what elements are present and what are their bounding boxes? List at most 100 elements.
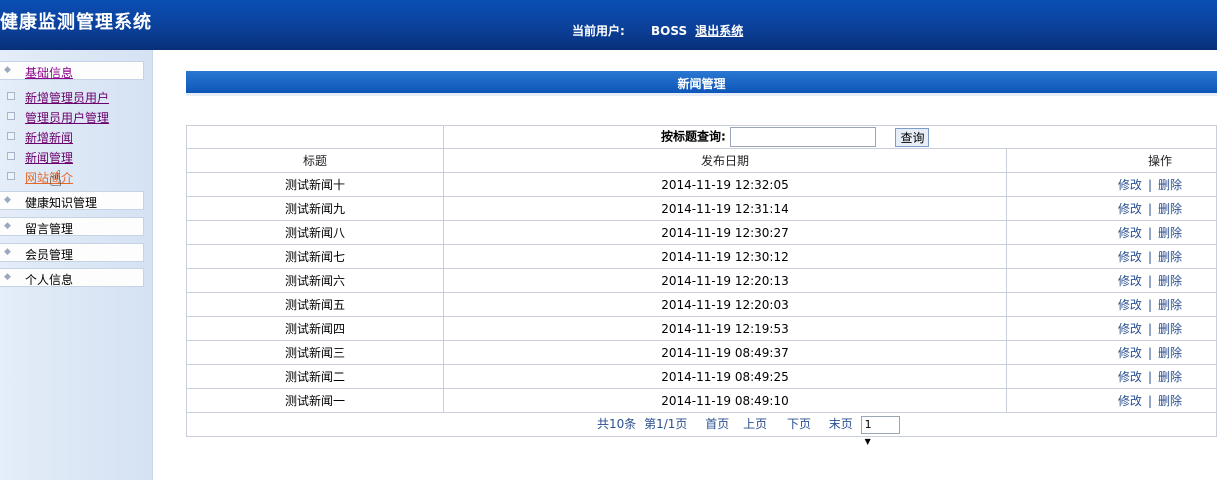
pager-total: 共10条 [597, 417, 637, 432]
delete-link[interactable]: 删除 [1158, 202, 1182, 216]
delete-link[interactable]: 删除 [1158, 250, 1182, 264]
action-separator: | [1147, 346, 1152, 360]
news-date-cell: 2014-11-19 12:20:03 [443, 292, 1007, 317]
edit-link[interactable]: 修改 [1118, 250, 1142, 264]
sidebar-item-label: 新闻管理 [25, 151, 74, 165]
delete-link[interactable]: 删除 [1158, 370, 1182, 384]
news-title-cell: 测试新闻七 [186, 244, 444, 269]
table-row: 测试新闻四 2014-11-19 12:19:53 修改 | 删除 [186, 316, 1217, 341]
sidebar-menu-health-knowledge[interactable]: ◆ 健康知识管理 [0, 191, 144, 210]
table-row: 测试新闻六 2014-11-19 12:20:13 修改 | 删除 [186, 268, 1217, 293]
sidebar-menu-members[interactable]: ◆ 会员管理 [0, 243, 144, 262]
sidebar-menu-profile[interactable]: ◆ 个人信息 [0, 268, 144, 287]
news-title-cell: 测试新闻九 [186, 196, 444, 221]
action-separator: | [1147, 370, 1152, 384]
sidebar-item-news-manage[interactable]: 新闻管理 [0, 148, 150, 165]
search-button[interactable]: 查询 [895, 127, 930, 147]
sidebar-item-site-intro[interactable]: 网站简介 [0, 168, 150, 185]
pager-last-link[interactable]: 末页 [829, 417, 853, 431]
column-header-date: 发布日期 [443, 148, 1007, 173]
edit-link[interactable]: 修改 [1118, 394, 1142, 408]
delete-link[interactable]: 删除 [1158, 274, 1182, 288]
table-row: 测试新闻七 2014-11-19 12:30:12 修改 | 删除 [186, 244, 1217, 269]
action-separator: | [1147, 226, 1152, 240]
actions-cell: 修改 | 删除 [1006, 340, 1217, 365]
delete-link[interactable]: 删除 [1158, 226, 1182, 240]
edit-link[interactable]: 修改 [1118, 298, 1142, 312]
table-row: 测试新闻二 2014-11-19 08:49:25 修改 | 删除 [186, 364, 1217, 389]
actions-cell: 修改 | 删除 [1006, 388, 1217, 413]
action-separator: | [1147, 274, 1152, 288]
news-date-cell: 2014-11-19 12:31:14 [443, 196, 1007, 221]
column-header-title: 标题 [186, 148, 444, 173]
search-cell: 按标题查询: 查询 [443, 125, 1217, 149]
news-date-cell: 2014-11-19 12:30:27 [443, 220, 1007, 245]
news-title-cell: 测试新闻四 [186, 316, 444, 341]
pager-next-link[interactable]: 下页 [787, 417, 811, 431]
edit-link[interactable]: 修改 [1118, 346, 1142, 360]
bullet-icon: ◆ [4, 195, 11, 205]
news-date-cell: 2014-11-19 12:32:05 [443, 172, 1007, 197]
pager-prev-link[interactable]: 上页 [743, 417, 767, 431]
news-title-cell: 测试新闻三 [186, 340, 444, 365]
news-date-cell: 2014-11-19 12:20:13 [443, 268, 1007, 293]
sidebar-item-label: 新增新闻 [25, 131, 74, 145]
search-label: 按标题查询: [661, 129, 726, 144]
table-row: 测试新闻九 2014-11-19 12:31:14 修改 | 删除 [186, 196, 1217, 221]
pager: 共10条 第1/1页 首页 上页 下页 末页 1 ▼ [597, 415, 910, 446]
news-title-cell: 测试新闻五 [186, 292, 444, 317]
news-title-cell: 测试新闻八 [186, 220, 444, 245]
table-header-row: 标题 发布日期 操作 [186, 148, 1217, 173]
actions-cell: 修改 | 删除 [1006, 220, 1217, 245]
news-title-cell: 测试新闻十 [186, 172, 444, 197]
edit-link[interactable]: 修改 [1118, 178, 1142, 192]
news-date-cell: 2014-11-19 12:30:12 [443, 244, 1007, 269]
bullet-icon: ◆ [4, 272, 11, 282]
delete-link[interactable]: 删除 [1158, 178, 1182, 192]
news-date-cell: 2014-11-19 08:49:25 [443, 364, 1007, 389]
pager-cell: 共10条 第1/1页 首页 上页 下页 末页 1 ▼ [186, 412, 1217, 446]
action-separator: | [1147, 298, 1152, 312]
search-row-left-cell [186, 125, 444, 149]
logout-link[interactable]: 退出系统 [695, 24, 743, 38]
square-bullet-icon [7, 132, 15, 140]
table-row: 测试新闻三 2014-11-19 08:49:37 修改 | 删除 [186, 340, 1217, 365]
panel-title: 新闻管理 [677, 77, 726, 91]
news-title-cell: 测试新闻六 [186, 268, 444, 293]
page-select[interactable]: 1 ▼ [860, 415, 900, 446]
edit-link[interactable]: 修改 [1118, 202, 1142, 216]
sidebar-menu-label: 健康知识管理 [25, 196, 98, 210]
pager-page-info: 第1/1页 [644, 417, 688, 432]
actions-cell: 修改 | 删除 [1006, 364, 1217, 389]
delete-link[interactable]: 删除 [1158, 298, 1182, 312]
action-separator: | [1147, 394, 1152, 408]
sidebar-menu-basic-info[interactable]: ◆ 基础信息 [0, 61, 144, 80]
actions-cell: 修改 | 删除 [1006, 316, 1217, 341]
sidebar-menu-label: 会员管理 [25, 248, 74, 262]
news-date-cell: 2014-11-19 12:19:53 [443, 316, 1007, 341]
action-separator: | [1147, 202, 1152, 216]
edit-link[interactable]: 修改 [1118, 322, 1142, 336]
column-header-actions: 操作 [1006, 148, 1217, 173]
edit-link[interactable]: 修改 [1118, 274, 1142, 288]
sidebar-item-label: 管理员用户管理 [25, 111, 110, 125]
actions-cell: 修改 | 删除 [1006, 268, 1217, 293]
edit-link[interactable]: 修改 [1118, 370, 1142, 384]
delete-link[interactable]: 删除 [1158, 322, 1182, 336]
actions-cell: 修改 | 删除 [1006, 172, 1217, 197]
sidebar-item-admin-manage[interactable]: 管理员用户管理 [0, 108, 150, 125]
news-title-cell: 测试新闻一 [186, 388, 444, 413]
sidebar-item-add-admin[interactable]: 新增管理员用户 [0, 88, 150, 105]
delete-link[interactable]: 删除 [1158, 346, 1182, 360]
sidebar-menu-messages[interactable]: ◆ 留言管理 [0, 217, 144, 236]
table-row: 测试新闻一 2014-11-19 08:49:10 修改 | 删除 [186, 388, 1217, 413]
square-bullet-icon [7, 112, 15, 120]
search-input[interactable] [729, 127, 876, 147]
pager-first-link[interactable]: 首页 [705, 417, 729, 431]
sidebar-item-add-news[interactable]: 新增新闻 [0, 128, 150, 145]
table-row: 测试新闻十 2014-11-19 12:32:05 修改 | 删除 [186, 172, 1217, 197]
delete-link[interactable]: 删除 [1158, 394, 1182, 408]
bullet-icon: ◆ [4, 221, 11, 231]
edit-link[interactable]: 修改 [1118, 226, 1142, 240]
sidebar-item-label: 新增管理员用户 [25, 91, 110, 105]
